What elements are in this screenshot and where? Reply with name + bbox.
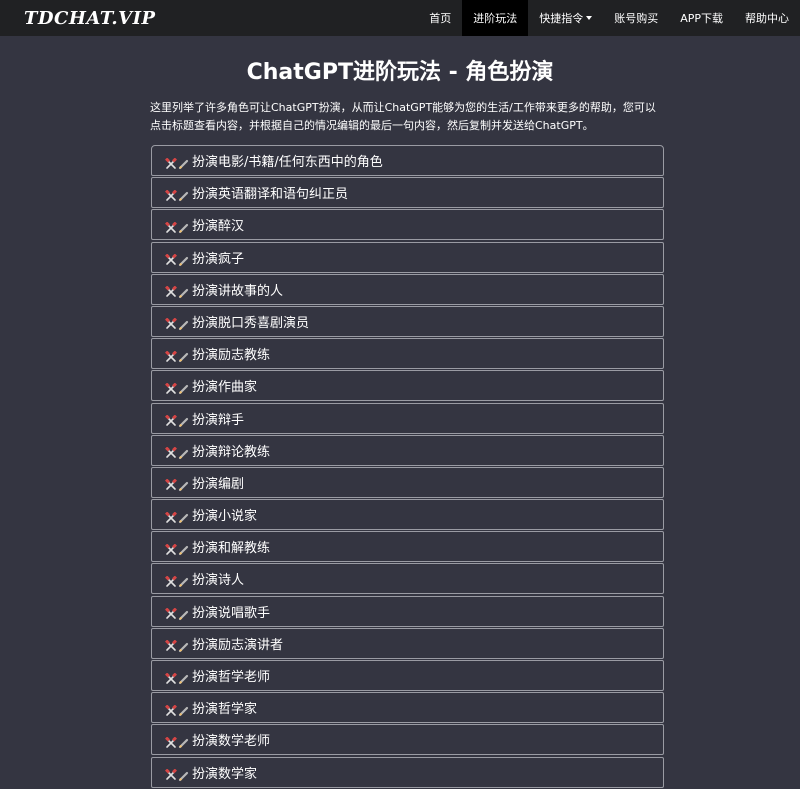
role-item[interactable]: 扮演数学家 [151,756,664,788]
pencil-icon [178,477,189,491]
tools-icon [165,444,177,458]
role-item[interactable]: 扮演醉汉 [151,209,664,241]
role-item-label: 扮演和解教练 [192,541,271,557]
tools-icon [165,476,177,491]
nav-item-3[interactable]: 账号购买 [603,0,669,36]
nav-item-4[interactable]: APP下载 [669,0,734,36]
role-item-label: 扮演哲学家 [192,702,258,718]
nav-menu: 首页 进阶玩法 快捷指令 账号购买 APP下载 帮助中心 [418,0,800,36]
tools-icon [165,380,177,394]
role-item-label: 扮演诗人 [192,573,245,589]
role-item-label: 扮演英语翻译和语句纠正员 [192,187,349,203]
caret-down-icon [586,16,593,20]
tools-icon [165,637,177,652]
role-item[interactable]: 扮演说唱歌手 [151,595,664,627]
top-navbar: TDCHAT.VIP 首页 进阶玩法 快捷指令 账号购买 APP下载 帮助中心 [0,0,800,36]
role-item[interactable]: 扮演疯子 [151,241,664,273]
pencil-icon [178,734,189,749]
role-item-label: 扮演编剧 [192,476,245,492]
pencil-icon [178,638,189,652]
role-item-label: 扮演说唱歌手 [192,605,271,621]
page-title: ChatGPT进阶玩法 - 角色扮演 [246,60,554,85]
tools-icon [165,670,177,684]
role-item-label: 扮演数学老师 [192,734,271,750]
tools-icon [165,541,177,555]
role-item-label: 扮演作曲家 [192,380,258,396]
tools-icon [165,155,177,169]
tools-icon [165,734,177,748]
role-item-label: 扮演哲学老师 [192,670,271,685]
tools-icon [165,702,177,716]
role-item-label: 扮演讲故事的人 [192,283,284,299]
brand-logo[interactable]: TDCHAT.VIP [0,8,156,29]
pencil-icon [178,702,189,717]
nav-item-5[interactable]: 帮助中心 [734,0,800,36]
nav-item-label: 进阶玩法 [473,12,518,25]
pencil-icon [178,252,189,266]
nav-item-1[interactable]: 进阶玩法 [462,0,529,36]
nav-item-label: 帮助中心 [745,12,789,25]
role-item-label: 扮演辩论教练 [192,444,271,460]
role-item[interactable]: 扮演励志教练 [151,338,664,370]
role-item-label: 扮演励志教练 [192,348,271,364]
role-item[interactable]: 扮演诗人 [151,563,664,595]
nav-item-label: APP下载 [680,12,723,25]
role-item[interactable]: 扮演哲学家 [151,692,664,724]
pencil-icon [178,573,189,588]
pencil-icon [178,155,189,170]
pencil-icon [178,606,189,620]
role-item[interactable]: 扮演电影/书籍/任何东西中的角色 [151,145,664,176]
pencil-icon [178,541,189,556]
role-item[interactable]: 扮演讲故事的人 [151,273,664,305]
role-list: 扮演电影/书籍/任何东西中的角色 扮演英语翻译和语句纠正员 扮演醉汉扮演疯子扮演讲故… [151,145,664,789]
pencil-icon [178,316,189,331]
tools-icon [165,187,177,201]
tools-icon [165,348,177,362]
pencil-icon [178,219,189,234]
role-item[interactable]: 扮演编剧 [151,466,664,498]
role-item-label: 扮演励志演讲者 [192,637,284,653]
role-item-label: 扮演数学家 [192,766,258,782]
pencil-icon [178,509,189,524]
role-item[interactable]: 扮演辩论教练 [151,434,664,466]
nav-item-0[interactable]: 首页 [418,0,462,36]
intro-text: 这里列举了许多角色可让ChatGPT扮演，从而让ChatGPT能够为您的生活/工… [150,101,656,132]
pencil-icon [178,670,189,685]
role-item-label: 扮演脱口秀喜剧演员 [192,315,310,331]
nav-item-label: 快捷指令 [539,12,584,25]
tools-icon [165,766,177,780]
role-item[interactable]: 扮演励志演讲者 [151,627,664,659]
pencil-icon [178,187,189,202]
tools-icon [165,315,177,330]
role-item-label: 扮演辩手 [192,412,245,428]
role-item[interactable]: 扮演数学老师 [151,724,664,756]
role-item-label: 扮演疯子 [192,251,245,267]
nav-item-2[interactable]: 快捷指令 [528,0,603,36]
tools-icon [165,509,177,523]
role-item-label: 扮演醉汉 [192,219,245,235]
role-item[interactable]: 扮演辩手 [151,402,664,434]
role-item[interactable]: 扮演小说家 [151,499,664,531]
tools-icon [165,251,177,265]
nav-item-label: 首页 [429,12,452,25]
tools-icon [165,412,177,426]
pencil-icon [178,348,189,363]
pencil-icon [178,380,189,395]
tools-icon [165,219,177,233]
pencil-icon [178,413,189,427]
pencil-icon [178,767,189,781]
role-item[interactable]: 扮演英语翻译和语句纠正员 [151,177,664,209]
tools-icon [165,283,177,298]
tools-icon [165,573,177,587]
role-item-label: 扮演电影/书籍/任何东西中的角色 [192,155,383,170]
pencil-icon [178,284,189,298]
role-item-label: 扮演小说家 [192,509,258,525]
nav-item-label: 账号购买 [614,12,659,25]
role-item[interactable]: 扮演作曲家 [151,370,664,402]
role-item[interactable]: 扮演和解教练 [151,531,664,563]
role-item[interactable]: 扮演哲学老师 [151,660,664,691]
role-item[interactable]: 扮演脱口秀喜剧演员 [151,305,664,337]
tools-icon [165,605,177,619]
pencil-icon [178,445,189,459]
